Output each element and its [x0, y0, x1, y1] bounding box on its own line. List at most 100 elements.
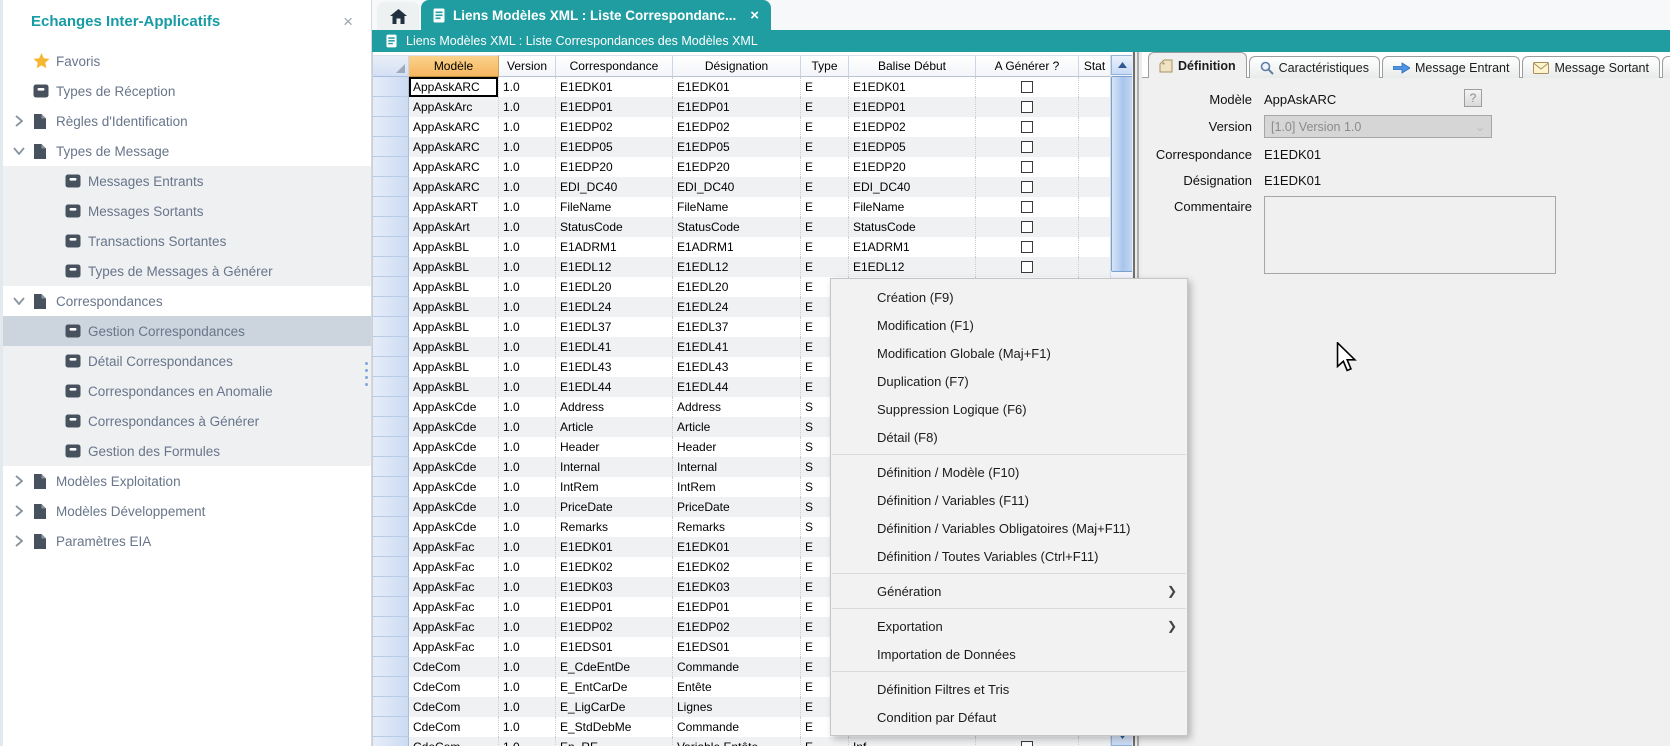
table-row[interactable]: AppAskArc1.0E1EDP01E1EDP01EE1EDP01 [373, 97, 1111, 117]
row-selector[interactable] [373, 217, 409, 237]
sidebar-item-d-tail-correspondances[interactable]: Détail Correspondances [3, 346, 371, 376]
row-selector[interactable] [373, 697, 409, 717]
panel-tab-partial[interactable] [1662, 56, 1670, 78]
row-selector[interactable] [373, 317, 409, 337]
help-button[interactable]: ? [1464, 89, 1482, 107]
a-generer-checkbox[interactable] [1021, 161, 1033, 173]
column-header-stat[interactable]: Stat [1079, 55, 1111, 77]
sidebar-item-mod-les-exploitation[interactable]: Modèles Exploitation [3, 466, 371, 496]
column-header-correspondance[interactable]: Correspondance [556, 55, 673, 77]
row-selector[interactable] [373, 617, 409, 637]
panel-tab-caract-ristiques[interactable]: Caractéristiques [1249, 56, 1380, 78]
menu-item-d-tail-f8-[interactable]: Détail (F8) [831, 423, 1187, 451]
row-selector[interactable] [373, 277, 409, 297]
row-selector[interactable] [373, 737, 409, 746]
version-dropdown[interactable]: [1.0] Version 1.0 ⌄ [1264, 115, 1492, 138]
menu-item-g-n-ration[interactable]: Génération❯ [831, 577, 1187, 605]
row-selector[interactable] [373, 137, 409, 157]
row-selector[interactable] [373, 457, 409, 477]
sidebar-item-param-tres-eia[interactable]: Paramètres EIA [3, 526, 371, 556]
chevron-down-icon[interactable] [12, 144, 26, 158]
row-selector[interactable] [373, 297, 409, 317]
row-selector[interactable] [373, 597, 409, 617]
menu-item-d-finition-variables-f11-[interactable]: Définition / Variables (F11) [831, 486, 1187, 514]
a-generer-checkbox[interactable] [1021, 241, 1033, 253]
panel-tab-message-sortant[interactable]: Message Sortant [1522, 56, 1660, 78]
chevron-right-icon[interactable] [12, 534, 26, 548]
row-selector[interactable] [373, 717, 409, 737]
sidebar-splitter-grip[interactable] [365, 362, 368, 386]
table-row[interactable]: AppAskARC1.0E1EDK01E1EDK01EE1EDK01 [373, 77, 1111, 97]
sidebar-item-transactions-sortantes[interactable]: Transactions Sortantes [3, 226, 371, 256]
column-header-version[interactable]: Version [499, 55, 556, 77]
menu-item-d-finition-toutes-variables-ctrl-f11-[interactable]: Définition / Toutes Variables (Ctrl+F11) [831, 542, 1187, 570]
a-generer-checkbox[interactable] [1021, 221, 1033, 233]
chevron-right-icon[interactable] [12, 504, 26, 518]
scrollbar-thumb[interactable] [1111, 76, 1132, 272]
table-row[interactable]: AppAskARC1.0E1EDP20E1EDP20EE1EDP20 [373, 157, 1111, 177]
table-row[interactable]: AppAskArt1.0StatusCodeStatusCodeEStatusC… [373, 217, 1111, 237]
table-row[interactable]: AppAskBL1.0E1ADRM1E1ADRM1EE1ADRM1 [373, 237, 1111, 257]
chevron-down-icon[interactable] [12, 294, 26, 308]
sidebar-item-r-gles-d-identification[interactable]: Règles d'Identification [3, 106, 371, 136]
sidebar-item-types-de-messages-g-n-rer[interactable]: Types de Messages à Générer [3, 256, 371, 286]
table-row[interactable]: AppAskARC1.0EDI_DC40EDI_DC40EEDI_DC40 [373, 177, 1111, 197]
menu-item-modification-globale-maj-f1-[interactable]: Modification Globale (Maj+F1) [831, 339, 1187, 367]
menu-item-suppression-logique-f6-[interactable]: Suppression Logique (F6) [831, 395, 1187, 423]
row-selector[interactable] [373, 157, 409, 177]
table-row[interactable]: AppAskART1.0FileNameFileNameEFileName [373, 197, 1111, 217]
panel-tab-d-finition[interactable]: Définition [1148, 52, 1247, 78]
a-generer-checkbox[interactable] [1021, 141, 1033, 153]
row-selector[interactable] [373, 537, 409, 557]
sidebar-item-gestion-des-formules[interactable]: Gestion des Formules [3, 436, 371, 466]
scroll-up-button[interactable] [1111, 55, 1132, 75]
panel-tab-message-entrant[interactable]: Message Entrant [1382, 56, 1521, 78]
menu-item-d-finition-variables-obligatoires-maj-f11-[interactable]: Définition / Variables Obligatoires (Maj… [831, 514, 1187, 542]
row-selector[interactable] [373, 557, 409, 577]
a-generer-checkbox[interactable] [1021, 201, 1033, 213]
row-selector[interactable] [373, 177, 409, 197]
a-generer-checkbox[interactable] [1021, 261, 1033, 273]
sidebar-item-correspondances-en-anomalie[interactable]: Correspondances en Anomalie [3, 376, 371, 406]
row-selector[interactable] [373, 337, 409, 357]
sidebar-item-correspondances-g-n-rer[interactable]: Correspondances à Générer [3, 406, 371, 436]
sidebar-item-correspondances[interactable]: Correspondances [3, 286, 371, 316]
a-generer-checkbox[interactable] [1021, 81, 1033, 93]
row-selector[interactable] [373, 437, 409, 457]
sidebar-item-gestion-correspondances[interactable]: Gestion Correspondances [3, 316, 371, 346]
column-header-d-signation[interactable]: Désignation [673, 55, 801, 77]
row-selector[interactable] [373, 497, 409, 517]
column-header-type[interactable]: Type [801, 55, 849, 77]
sidebar-item-favoris[interactable]: Favoris [3, 46, 371, 76]
row-selector[interactable] [373, 517, 409, 537]
column-header-a-g-n-rer-[interactable]: A Générer ? [976, 55, 1079, 77]
row-selector[interactable] [373, 577, 409, 597]
tab-close-icon[interactable]: × [746, 7, 759, 24]
menu-item-d-finition-mod-le-f10-[interactable]: Définition / Modèle (F10) [831, 458, 1187, 486]
row-selector[interactable] [373, 677, 409, 697]
column-header-mod-le[interactable]: Modèle [409, 55, 499, 77]
a-generer-checkbox[interactable] [1021, 101, 1033, 113]
column-header-balise-d-but[interactable]: Balise Début [849, 55, 976, 77]
menu-item-duplication-f7-[interactable]: Duplication (F7) [831, 367, 1187, 395]
row-selector[interactable] [373, 237, 409, 257]
row-selector[interactable] [373, 357, 409, 377]
row-selector[interactable] [373, 397, 409, 417]
row-selector[interactable] [373, 417, 409, 437]
sidebar-item-messages-sortants[interactable]: Messages Sortants [3, 196, 371, 226]
sidebar-item-types-de-message[interactable]: Types de Message [3, 136, 371, 166]
row-selector[interactable] [373, 77, 409, 97]
menu-item-modification-f1-[interactable]: Modification (F1) [831, 311, 1187, 339]
menu-item-exportation[interactable]: Exportation❯ [831, 612, 1187, 640]
row-selector-header[interactable] [373, 55, 409, 77]
row-selector[interactable] [373, 97, 409, 117]
table-row[interactable]: AppAskARC1.0E1EDP05E1EDP05EE1EDP05 [373, 137, 1111, 157]
sidebar-item-mod-les-d-veloppement[interactable]: Modèles Développement [3, 496, 371, 526]
row-selector[interactable] [373, 377, 409, 397]
home-tab[interactable] [377, 2, 419, 30]
row-selector[interactable] [373, 117, 409, 137]
a-generer-checkbox[interactable] [1021, 181, 1033, 193]
row-selector[interactable] [373, 637, 409, 657]
sidebar-item-messages-entrants[interactable]: Messages Entrants [3, 166, 371, 196]
row-selector[interactable] [373, 477, 409, 497]
